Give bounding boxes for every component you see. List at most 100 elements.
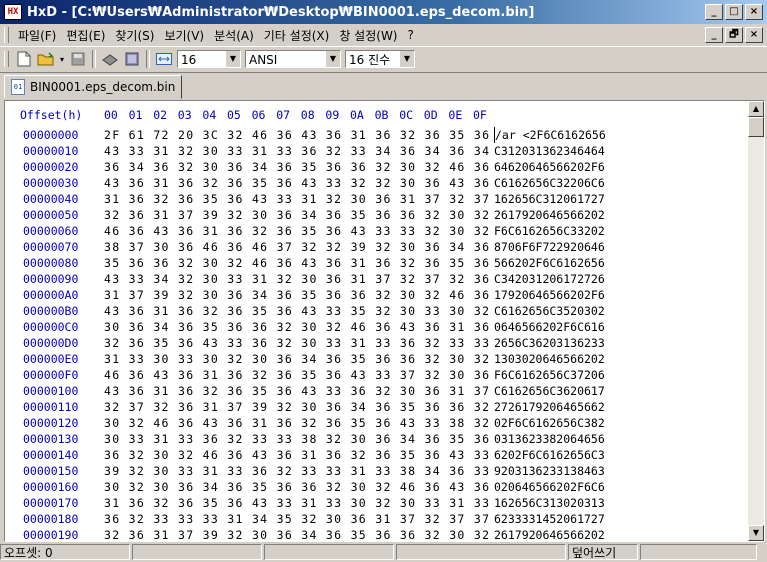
menu-extras[interactable]: 기타 설정(X) [259,27,335,44]
close-button[interactable]: × [745,4,763,20]
hxd-app-icon[interactable]: HX [4,4,22,20]
row-hex-bytes[interactable]: 32 36 31 37 39 32 30 36 34 36 35 36 36 3… [104,527,490,541]
row-ascii[interactable]: 17920646566202F6 [494,287,605,303]
row-hex-bytes[interactable]: 32 37 32 36 31 37 39 32 30 36 34 36 35 3… [104,399,490,415]
row-offset: 00000040 [23,192,79,206]
menu-file[interactable]: 파일(F) [13,27,61,44]
row-hex-bytes[interactable]: 38 37 30 36 46 36 46 37 32 32 39 32 30 3… [104,239,490,255]
row-ascii[interactable]: /ar <2F6C6162656 [494,127,606,143]
column-header: 0A [350,108,364,122]
menu-edit[interactable]: 편집(E) [61,27,110,44]
row-hex-bytes[interactable]: 43 33 31 32 30 33 31 33 36 32 33 34 36 3… [104,143,490,159]
row-ascii[interactable]: 2617920646566202 [494,527,605,541]
hex-view[interactable]: Offset(h) 00 01 02 03 04 05 06 07 08 09 0A 0B 0C 0D 0E… [5,101,747,541]
row-ascii[interactable]: 6202F6C6162656C3 [494,447,605,463]
row-ascii[interactable]: C6162656C32206C6 [494,175,605,191]
mdi-minimize-button[interactable]: _ [705,27,723,43]
row-ascii[interactable]: 1303020646566202 [494,351,605,367]
row-ascii[interactable]: 02F6C6162656C382 [494,415,605,431]
menu-window[interactable]: 창 설정(W) [334,27,402,44]
column-header: 05 [227,108,241,122]
toolbar-separator [146,50,150,68]
row-hex-bytes[interactable]: 32 36 31 37 39 32 30 36 34 36 35 36 36 3… [104,207,490,223]
row-ascii[interactable]: 162656C313020313 [494,495,605,511]
row-ascii[interactable]: 566202F6C6162656 [494,255,605,271]
row-ascii[interactable]: 162656C312061727 [494,191,605,207]
row-ascii[interactable]: 0313623382064656 [494,431,605,447]
row-ascii[interactable]: 2726179206465662 [494,399,605,415]
row-hex-bytes[interactable]: 31 33 30 33 30 32 30 36 34 36 35 36 36 3… [104,351,490,367]
row-hex-bytes[interactable]: 36 34 36 32 30 36 34 36 35 36 36 32 30 3… [104,159,490,175]
menu-search[interactable]: 찾기(S) [110,27,159,44]
scroll-up-button[interactable]: ▲ [748,101,764,117]
row-ascii[interactable]: 2617920646566202 [494,207,605,223]
row-ascii[interactable]: 6233331452061727 [494,511,605,527]
row-ascii[interactable]: 0646566202F6C616 [494,319,605,335]
row-hex-bytes[interactable]: 36 32 30 32 46 36 43 36 31 36 32 36 35 3… [104,447,490,463]
row-offset: 000000D0 [23,336,79,350]
row-hex-bytes[interactable]: 30 33 31 33 36 32 33 33 38 32 30 36 34 3… [104,431,490,447]
column-header: 0B [374,108,389,122]
row-ascii[interactable]: C6162656C3520302 [494,303,605,319]
menu-view[interactable]: 보기(V) [159,27,209,44]
row-ascii[interactable]: 9203136233138463 [494,463,605,479]
menu-help[interactable]: ? [403,28,419,42]
open-folder-icon[interactable] [36,49,56,69]
dropdown-arrow-icon[interactable]: ▾ [58,49,66,69]
maximize-button[interactable]: □ [725,4,743,20]
open-ram-icon[interactable] [122,49,142,69]
status-bar: 오프셋: 0 덮어쓰기 [0,542,767,562]
row-hex-bytes[interactable]: 31 37 39 32 30 36 34 36 35 36 36 32 30 3… [104,287,490,303]
chevron-down-icon[interactable]: ▼ [399,51,414,67]
row-hex-bytes[interactable]: 46 36 43 36 31 36 32 36 35 36 43 33 33 3… [104,223,490,239]
row-hex-bytes[interactable]: 30 36 34 36 35 36 36 32 30 32 46 36 43 3… [104,319,490,335]
hex-editor-panel[interactable]: Offset(h) 00 01 02 03 04 05 06 07 08 09 0A 0B 0C 0D 0E… [4,100,765,542]
row-ascii[interactable]: F6C6162656C33202 [494,223,605,239]
scroll-thumb[interactable] [748,117,764,137]
row-hex-bytes[interactable]: 36 32 33 33 33 31 34 35 32 30 36 31 37 3… [104,511,490,527]
bytes-per-row-select[interactable]: 16 ▼ [177,50,241,68]
row-hex-bytes[interactable]: 2F 61 72 20 3C 32 46 36 43 36 31 36 32 3… [104,127,490,143]
row-hex-bytes[interactable]: 46 36 43 36 31 36 32 36 35 36 43 33 37 3… [104,367,490,383]
row-ascii[interactable]: C6162656C3620617 [494,383,605,399]
row-hex-bytes[interactable]: 31 36 32 36 35 36 43 33 31 32 30 36 31 3… [104,191,490,207]
row-ascii[interactable]: 8706F6F722920646 [494,239,605,255]
new-file-icon[interactable] [14,49,34,69]
minimize-button[interactable]: _ [705,4,723,20]
row-ascii[interactable]: C312031362346464 [494,143,605,159]
row-hex-bytes[interactable]: 43 36 31 36 32 36 35 36 43 33 36 32 30 3… [104,383,490,399]
row-hex-bytes[interactable]: 43 33 34 32 30 33 31 32 30 36 31 37 32 3… [104,271,490,287]
vertical-scrollbar[interactable]: ▲ ▼ [748,101,764,541]
row-ascii[interactable]: 2656C36203136233 [494,335,605,351]
row-hex-bytes[interactable]: 39 32 30 33 31 33 36 32 33 33 31 33 38 3… [104,463,490,479]
mdi-close-button[interactable]: × [745,27,763,43]
row-hex-bytes[interactable]: 35 36 36 32 30 32 46 36 43 36 31 36 32 3… [104,255,490,271]
row-ascii[interactable]: 020646566202F6C6 [494,479,605,495]
row-hex-bytes[interactable]: 30 32 30 36 34 36 35 36 36 32 30 32 46 3… [104,479,490,495]
row-ascii[interactable]: 64620646566202F6 [494,159,605,175]
row-hex-bytes[interactable]: 32 36 35 36 43 33 36 32 30 33 31 33 36 3… [104,335,490,351]
row-offset: 00000070 [23,240,79,254]
row-ascii[interactable]: F6C6162656C37206 [494,367,605,383]
offset-base-select[interactable]: 16 진수 ▼ [345,50,415,68]
chevron-down-icon[interactable]: ▼ [225,51,240,67]
open-disk-icon[interactable] [100,49,120,69]
title-bar[interactable]: HX HxD - [C:₩Users₩Administrator₩Desktop… [0,0,767,24]
chevron-down-icon[interactable]: ▼ [325,51,340,67]
row-hex-bytes[interactable]: 30 32 46 36 43 36 31 36 32 36 35 36 43 3… [104,415,490,431]
charset-select[interactable]: ANSI ▼ [245,50,341,68]
status-mode: 덮어쓰기 [568,544,638,560]
status-extra [396,544,566,560]
row-hex-bytes[interactable]: 43 36 31 36 32 36 35 36 43 33 32 32 30 3… [104,175,490,191]
scroll-down-button[interactable]: ▼ [748,525,764,541]
row-offset: 000000F0 [23,368,79,382]
row-hex-bytes[interactable]: 43 36 31 36 32 36 35 36 43 33 35 32 30 3… [104,303,490,319]
menu-analysis[interactable]: 분석(A) [209,27,259,44]
mdi-restore-button[interactable]: 🗗 [725,27,743,43]
status-offset: 오프셋: 0 [0,544,130,560]
row-hex-bytes[interactable]: 31 36 32 36 35 36 43 33 31 33 30 32 30 3… [104,495,490,511]
save-icon[interactable] [68,49,88,69]
tab-file[interactable]: 01 BIN0001.eps_decom.bin [4,75,183,99]
row-ascii[interactable]: C342031206172726 [494,271,605,287]
window-controls: _ □ × [705,4,763,20]
